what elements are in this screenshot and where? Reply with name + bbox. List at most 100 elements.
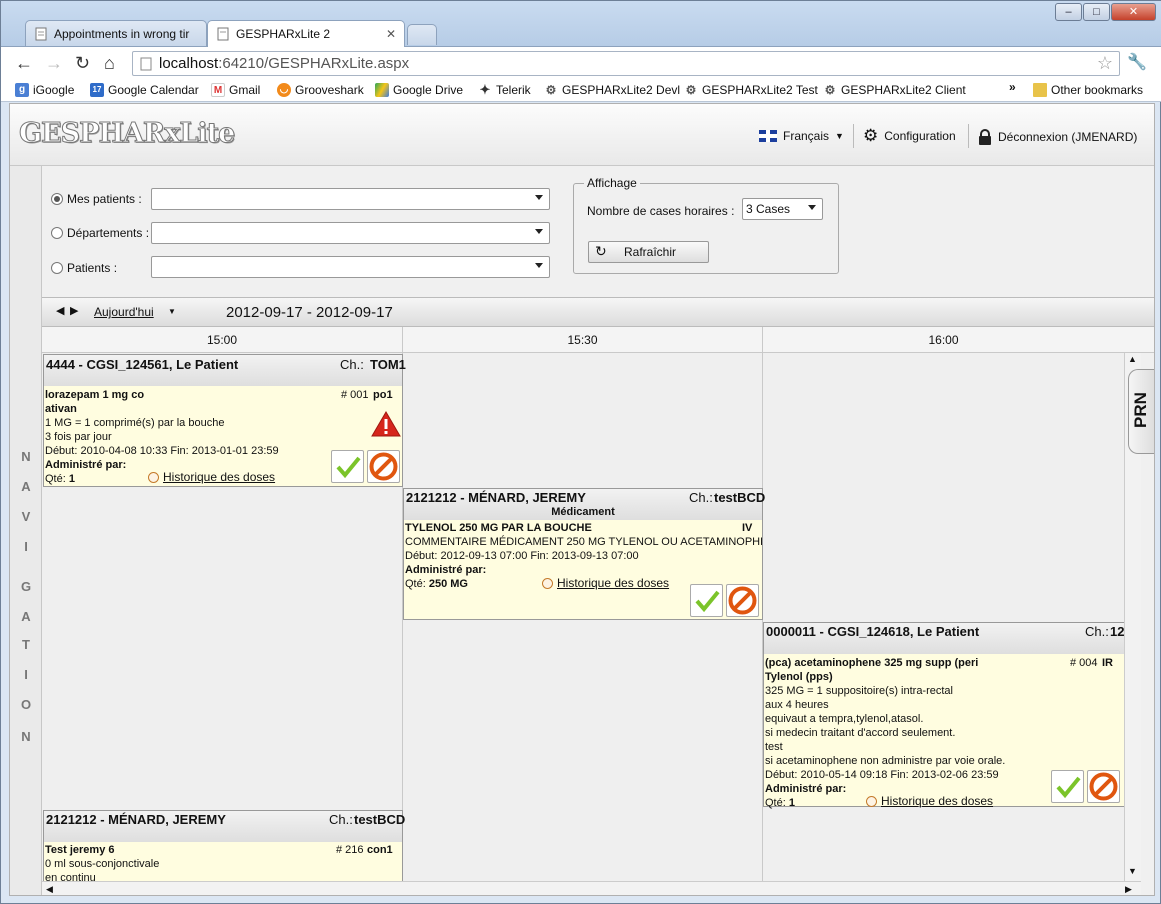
route: IV [742,522,753,534]
room-value: testBCD [714,490,766,505]
language-selector[interactable]: Français ▼ [759,129,844,143]
page-icon: ⚙ [824,83,836,97]
close-window-button[interactable]: ✕ [1111,3,1156,21]
bookmark-igoogle[interactable]: g iGoogle [15,83,74,97]
medication-card[interactable]: 2121212 - MÉNARD, JEREMY Ch.: testBCD Te… [43,810,406,883]
app-header: GESPHARxLite Français ▼ ⚙ Configuration … [10,104,1154,166]
medication-card[interactable]: 4444 - CGSI_124561, Le Patient Ch.: TOM1… [43,354,406,487]
radio-button[interactable] [51,227,63,239]
divider [853,124,854,148]
scroll-down-icon[interactable]: ▼ [1128,866,1137,876]
google-icon: g [15,83,29,97]
nav-letter: N [21,449,31,464]
horizontal-scrollbar[interactable]: ◀ ▶ [42,881,1141,895]
bookmarks-bar: g iGoogle 17 Google Calendar M Gmail ◡ Groov… [1,78,1161,102]
browser-window: Appointments in wrong tir GESPHARxLite 2… [0,0,1161,904]
prn-tab[interactable]: PRN [1128,369,1154,454]
room-value: testBCD [354,812,406,827]
medication-card[interactable]: 2121212 - MÉNARD, JEREMY Ch.: testBCD Mé… [403,488,766,620]
nav-letter: I [24,667,28,682]
minimize-button[interactable]: – [1055,3,1082,21]
qty-value: 250 MG [428,578,468,590]
reload-icon[interactable]: ↻ [75,53,90,73]
divider [968,124,969,148]
other-bookmarks[interactable]: Other bookmarks [1033,83,1143,97]
new-tab-button[interactable] [407,24,437,45]
chevron-down-icon [535,263,543,268]
card-line: 0 ml sous-conjonctivale [45,858,160,870]
chevron-down-icon [535,195,543,200]
medication-card[interactable]: 0000011 - CGSI_124618, Le Patient Ch.: 1… [763,622,1124,809]
departements-select[interactable] [151,222,550,244]
prev-arrow-icon[interactable]: ◀ [56,304,64,317]
tab-appointments[interactable]: Appointments in wrong tir [25,20,207,46]
chevron-down-icon[interactable]: ▼ [168,307,176,316]
mes-patients-select[interactable] [151,188,550,210]
drug-name: TYLENOL 250 MG PAR LA BOUCHE [405,522,592,534]
close-tab-icon[interactable]: ✕ [386,27,396,41]
refuse-button[interactable] [1087,770,1120,803]
home-icon[interactable]: ⌂ [104,53,115,73]
maximize-button[interactable]: □ [1083,3,1110,21]
page-icon [35,27,47,40]
card-line: 3 fois par jour [45,431,112,443]
nav-letter: A [21,479,31,494]
administer-button[interactable] [331,450,364,483]
star-icon[interactable]: ☆ [1097,52,1113,75]
bookmark-test[interactable]: ⚙ GESPHARxLite2 Test [684,83,818,97]
tab-label: GESPHARxLite 2 [236,27,331,41]
scroll-right-icon[interactable]: ▶ [1125,884,1132,895]
wrench-icon[interactable]: 🔧 [1127,53,1147,73]
page-icon [217,27,229,41]
room-value: 12 [1110,624,1124,639]
patient-name: 2121212 - MÉNARD, JEREMY [46,812,226,827]
nav-letter: G [20,579,32,594]
refuse-button[interactable] [367,450,400,483]
card-line: si medecin traitant d'accord seulement. [765,727,956,739]
qty-label: Qté: [765,797,786,809]
radio-patients[interactable]: Patients : [51,261,117,275]
bookmark-google-drive[interactable]: Google Drive [375,83,463,97]
administer-button[interactable] [690,584,723,617]
patients-select[interactable] [151,256,550,278]
bookmark-grooveshark[interactable]: ◡ Grooveshark [277,83,364,97]
configuration-link[interactable]: ⚙ Configuration [863,127,956,144]
radio-departements[interactable]: Départements : [51,226,149,240]
radio-button[interactable] [51,262,63,274]
scroll-left-icon[interactable]: ◀ [46,884,53,895]
tab-label: Appointments in wrong tir [54,26,190,41]
next-arrow-icon[interactable]: ▶ [70,304,78,317]
dose-history-link[interactable]: Historique des doses [542,576,669,590]
bookmark-gmail[interactable]: M Gmail [211,83,260,97]
radio-button[interactable] [51,193,63,205]
bookmark-telerik[interactable]: ✦ Telerik [478,83,531,98]
administer-button[interactable] [1051,770,1084,803]
time-header: 15:00 15:30 16:00 [42,327,1154,353]
bookmark-client[interactable]: ⚙ GESPHARxLite2 Client [823,83,966,97]
qty-label: Qté: [45,473,66,485]
app-page: GESPHARxLite Français ▼ ⚙ Configuration … [9,103,1155,896]
refresh-button[interactable]: ↻ Rafraîchir [588,241,709,263]
navigation-panel[interactable]: N A V I G A T I O N [10,166,42,895]
cases-select[interactable]: 3 Cases [742,198,823,220]
refuse-button[interactable] [726,584,759,617]
scroll-up-icon[interactable]: ▲ [1128,354,1137,364]
logout-link[interactable]: Déconnexion (JMENARD) [978,129,1137,145]
clock-icon [148,471,159,483]
dose-history-link[interactable]: Historique des doses [148,470,275,484]
bookmark-google-calendar[interactable]: 17 Google Calendar [90,83,199,97]
today-button[interactable]: Aujourd'hui [94,305,154,319]
brand-name: ativan [45,403,77,415]
back-icon[interactable]: ← [15,53,33,73]
calendar-icon: 17 [90,83,104,97]
address-bar[interactable]: localhost:64210/GESPHARxLite.aspx ☆ [132,51,1120,76]
forward-icon[interactable]: → [45,53,63,73]
tab-gespharxlite[interactable]: GESPHARxLite 2 ✕ [207,20,405,47]
radio-mes-patients[interactable]: Mes patients : [51,192,142,206]
bookmark-devl[interactable]: ⚙ GESPHARxLite2 Devl [544,83,680,97]
patient-name: 4444 - CGSI_124561, Le Patient [46,357,239,372]
card-line: Début: 2012-09-13 07:00 Fin: 2013-09-13 … [405,550,639,562]
bookmarks-more-button[interactable]: » [1009,80,1016,94]
admin-label: Administré par: [405,564,487,576]
dose-history-link[interactable]: Historique des doses [866,794,993,808]
